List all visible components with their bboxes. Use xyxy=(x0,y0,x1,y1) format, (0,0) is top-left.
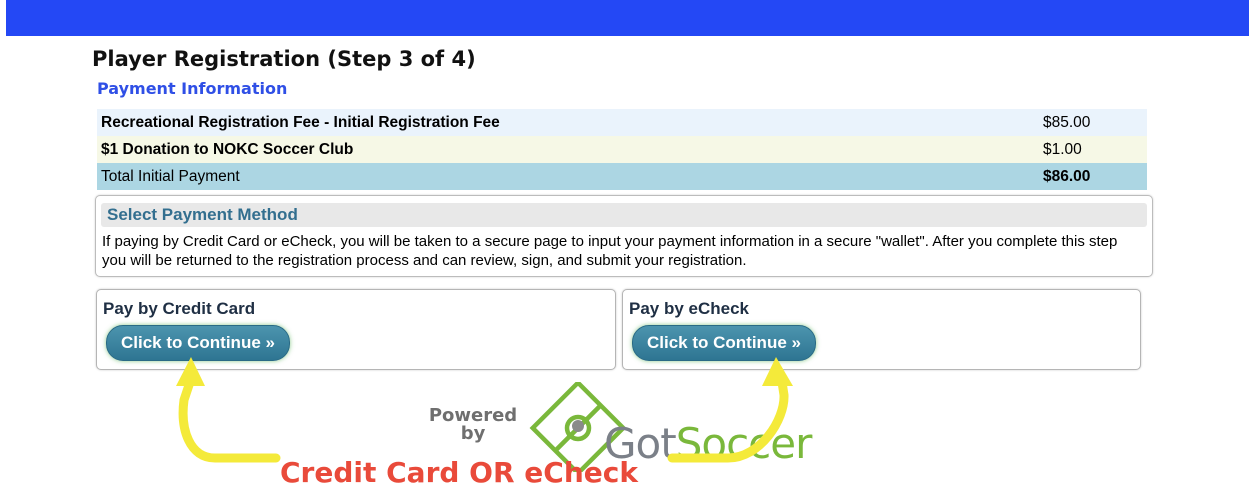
left-arrowhead-icon xyxy=(176,357,205,386)
annotation-label: Credit Card OR eCheck xyxy=(280,456,638,489)
annotation-arrows xyxy=(176,357,793,463)
right-arrow-path xyxy=(667,377,789,463)
left-arrow-path xyxy=(178,377,281,463)
right-arrowhead-icon xyxy=(762,357,793,386)
page: Player Registration (Step 3 of 4) Paymen… xyxy=(0,0,1249,495)
